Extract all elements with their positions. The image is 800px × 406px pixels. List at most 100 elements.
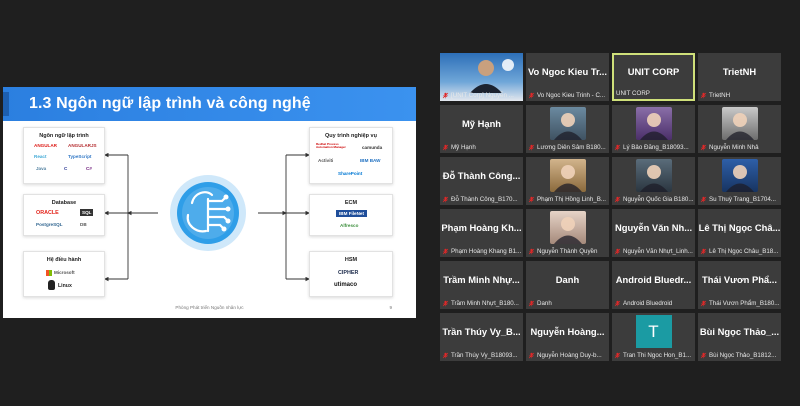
participant-name-bar: Nguyễn Quốc Gia B180... <box>614 194 693 204</box>
languages-box: Ngôn ngữ lập trình ANGULAR ANGULARJS Rea… <box>23 127 105 184</box>
slide-page-number: 9 <box>389 305 392 310</box>
participant-name: Đỗ Thành Công_B170... <box>451 195 518 203</box>
os-box: Hệ điều hành Microsoft Linux <box>23 251 105 297</box>
ecm-box: ECM IBM FileNet Alfresco <box>309 194 393 236</box>
participant-tile[interactable]: Mỹ Hạnh Mỹ Hạnh <box>440 105 523 153</box>
participant-name-bar: Danh <box>528 298 607 308</box>
participant-name-bar: Thái Vươn Phẩm_B180... <box>700 298 779 308</box>
participant-name: [UNIT Corp] Nguyễn ... <box>451 91 514 99</box>
participant-tile[interactable]: TrietNH TrietNH <box>698 53 781 101</box>
participant-name-bar: Trầm Minh Nhựt_B180... <box>442 298 521 308</box>
participant-name: Lương Diên Sâm B180... <box>537 143 606 151</box>
participant-tile[interactable]: T Tran Thi Ngoc Hon_B1... <box>612 313 695 361</box>
participant-name: Danh <box>537 299 552 307</box>
participant-display-name: Nguyễn Hoàng... <box>530 325 605 337</box>
muted-mic-icon <box>442 92 449 99</box>
muted-mic-icon <box>700 248 707 255</box>
typescript-logo: TypeScript <box>68 154 92 159</box>
microsoft-logo: Microsoft <box>54 270 75 275</box>
camunda-logo: camunda <box>362 145 383 150</box>
muted-mic-icon <box>442 248 449 255</box>
participant-display-name: Trầm Minh Nhự... <box>443 273 520 285</box>
ibm-baw-logo: IBM BAW <box>360 158 381 163</box>
participant-tile[interactable]: Trầm Minh Nhự... Trầm Minh Nhựt_B180... <box>440 261 523 309</box>
participant-video <box>549 211 586 244</box>
participant-tile[interactable]: Thái Vươn Phẩ... Thái Vươn Phẩm_B180... <box>698 261 781 309</box>
participant-display-name: Nguyễn Văn Nh... <box>614 221 693 233</box>
participant-tile[interactable]: Bùi Ngọc Thảo_... Bùi Ngọc Thảo_B1812... <box>698 313 781 361</box>
participant-name-bar: Phạm Hoàng Khang B1... <box>442 246 521 256</box>
languages-title: Ngôn ngữ lập trình <box>39 133 89 139</box>
java-logo: Java <box>36 166 47 171</box>
participant-tile[interactable]: Danh Danh <box>526 261 609 309</box>
participant-tile[interactable]: [UNIT Corp] Nguyễn ... <box>440 53 523 101</box>
muted-mic-icon <box>442 196 449 203</box>
c-logo: C <box>64 166 68 171</box>
participant-name: Nguyễn Quốc Gia B180... <box>623 195 693 203</box>
participant-name: Su Thuỳ Trang_B1704... <box>709 195 776 203</box>
participant-tile[interactable]: Trần Thúy Vy_B... Trần Thúy Vy_B18093... <box>440 313 523 361</box>
participant-tile[interactable]: Phạm Thị Hồng Linh_B... <box>526 157 609 205</box>
cipher-logo: CIPHER <box>338 270 359 276</box>
participant-name: Tran Thi Ngoc Hon_B1... <box>623 351 692 359</box>
muted-mic-icon <box>442 352 449 359</box>
participant-display-name: Bùi Ngọc Thảo_... <box>699 325 780 337</box>
participant-name: Nguyễn Văn Nhựt_Linh... <box>623 247 693 255</box>
muted-mic-icon <box>700 196 707 203</box>
technology-circuit-icon <box>170 175 246 251</box>
participant-name-bar: Phạm Thị Hồng Linh_B... <box>528 194 607 204</box>
participant-tile[interactable]: Lương Diên Sâm B180... <box>526 105 609 153</box>
angularjs-logo: ANGULARJS <box>68 143 97 148</box>
participant-name: Mỹ Hạnh <box>451 143 476 151</box>
participant-video <box>635 159 672 192</box>
participant-name-bar: Lý Bảo Đăng_B18093... <box>614 142 693 152</box>
muted-mic-icon <box>442 144 449 151</box>
participant-name: Nguyễn Thành Quyền <box>537 247 598 255</box>
participant-name: Phạm Thị Hồng Linh_B... <box>537 195 607 203</box>
participant-name: Lê Thị Ngọc Châu_B18... <box>709 247 779 255</box>
participant-name-bar: Trần Thúy Vy_B18093... <box>442 350 521 360</box>
ecm-title: ECM <box>344 200 358 206</box>
participant-name: UNIT CORP <box>616 89 650 97</box>
participant-name-bar: Bùi Ngọc Thảo_B1812... <box>700 350 779 360</box>
participant-name: Nguyễn Minh Nhả <box>709 143 759 151</box>
participant-tile[interactable]: Nguyễn Quốc Gia B180... <box>612 157 695 205</box>
participant-tile[interactable]: Lý Bảo Đăng_B18093... <box>612 105 695 153</box>
redhat-pam-logo: Redhat Process Automation Manager <box>316 142 346 150</box>
participant-name: TrietNH <box>709 91 731 99</box>
participant-video <box>549 159 586 192</box>
participant-video <box>635 107 672 140</box>
muted-mic-icon <box>614 248 621 255</box>
participant-display-name: Đỗ Thành Công... <box>442 169 521 181</box>
participant-name-bar: Nguyễn Minh Nhả <box>700 142 779 152</box>
participant-initial-avatar: T <box>635 315 672 348</box>
participant-tile[interactable]: Android Bluedr... Android Bluedroid <box>612 261 695 309</box>
muted-mic-icon <box>614 300 621 307</box>
participant-tile[interactable]: Đỗ Thành Công... Đỗ Thành Công_B170... <box>440 157 523 205</box>
participant-tile[interactable]: UNIT CORP UNIT CORP <box>612 53 695 101</box>
muted-mic-icon <box>442 300 449 307</box>
shared-slide: 1.3 Ngôn ngữ lập trình và công nghệ Ngôn… <box>3 87 416 318</box>
participant-name: Thái Vươn Phẩm_B180... <box>709 299 779 307</box>
muted-mic-icon <box>700 92 707 99</box>
participant-name: Phạm Hoàng Khang B1... <box>451 247 521 255</box>
participant-name: Bùi Ngọc Thảo_B1812... <box>709 351 777 359</box>
participant-tile[interactable]: Vo Ngoc Kieu Tr... Vo Ngoc Kieu Trinh - C… <box>526 53 609 101</box>
muted-mic-icon <box>528 196 535 203</box>
participant-tile[interactable]: Su Thuỳ Trang_B1704... <box>698 157 781 205</box>
participant-display-name: UNIT CORP <box>627 65 680 77</box>
participant-name-bar: TrietNH <box>700 90 779 100</box>
participant-name-bar: Vo Ngoc Kieu Trinh - C... <box>528 90 607 100</box>
participant-tile[interactable]: Nguyễn Hoàng... Nguyễn Hoàng Duy-b... <box>526 313 609 361</box>
participant-tile[interactable]: Phạm Hoàng Kh... Phạm Hoàng Khang B1... <box>440 209 523 257</box>
activiti-logo: Activiti <box>318 158 334 163</box>
db-logo: DB <box>80 222 87 227</box>
participant-name-bar: Nguyễn Hoàng Duy-b... <box>528 350 607 360</box>
participant-display-name: Android Bluedr... <box>615 273 692 285</box>
participant-tile[interactable]: Lê Thị Ngọc Châ... Lê Thị Ngọc Châu_B18..… <box>698 209 781 257</box>
participant-display-name: Phạm Hoàng Kh... <box>441 221 522 233</box>
participant-tile[interactable]: Nguyễn Thành Quyền <box>526 209 609 257</box>
participant-tile[interactable]: Nguyễn Minh Nhả <box>698 105 781 153</box>
participant-tile[interactable]: Nguyễn Văn Nh... Nguyễn Văn Nhựt_Linh... <box>612 209 695 257</box>
muted-mic-icon <box>528 144 535 151</box>
